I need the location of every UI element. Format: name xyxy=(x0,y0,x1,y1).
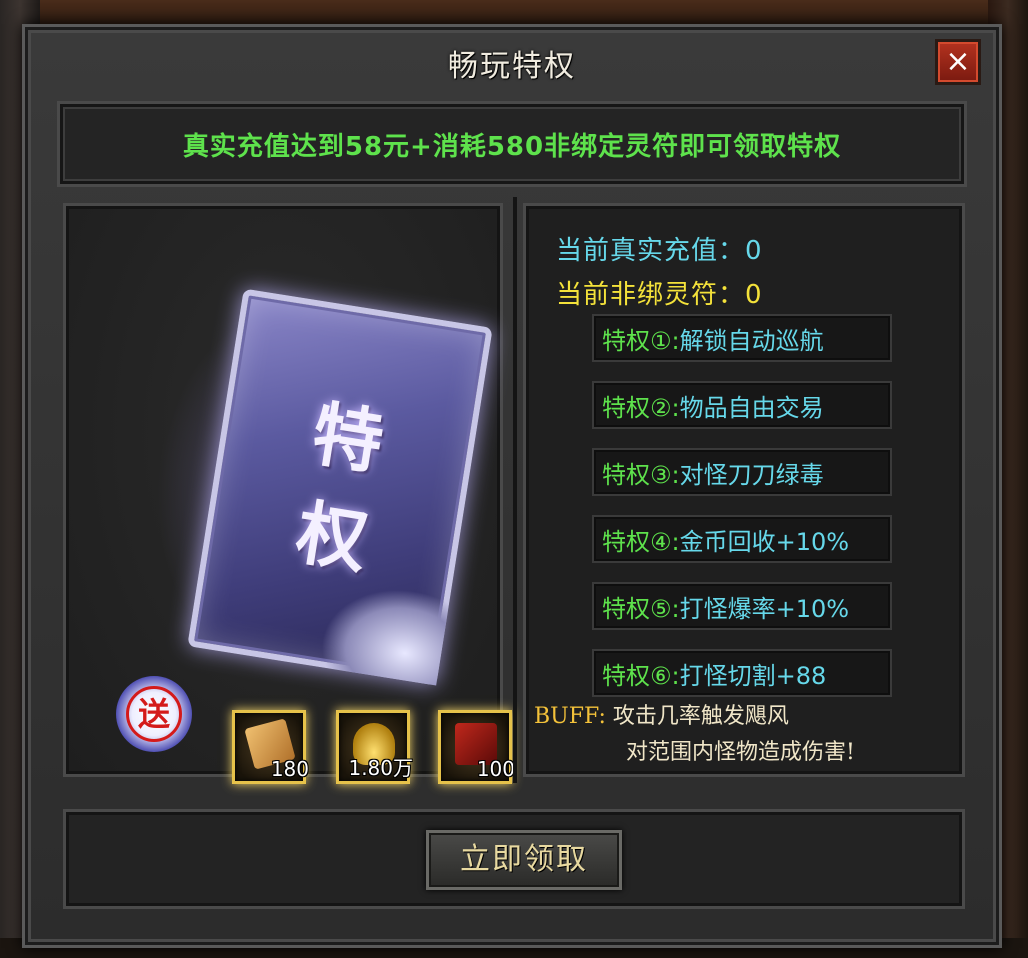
privilege-label: 特权③: xyxy=(602,460,680,489)
item-count: 1.80万 xyxy=(348,756,413,780)
privilege-info-panel: 当前真实充值：0 当前非绑灵符：0 特权①: 解锁自动巡航 特权②: 物品自由交… xyxy=(523,203,965,777)
privilege-item: 特权⑥: 打怪切割+88 xyxy=(592,649,892,697)
privilege-label: 特权②: xyxy=(602,393,680,422)
privilege-list: 特权①: 解锁自动巡航 特权②: 物品自由交易 特权③: 对怪刀刀绿毒 特权④:… xyxy=(592,314,892,716)
buff-line-2: 对范围内怪物造成伤害! xyxy=(626,740,855,765)
privilege-desc: 解锁自动巡航 xyxy=(679,326,824,355)
privilege-desc: 金币回收+10% xyxy=(679,527,850,556)
privilege-label: 特权①: xyxy=(602,326,680,355)
privilege-label: 特权⑤: xyxy=(602,594,680,623)
gift-seal-icon: 送 xyxy=(116,676,192,752)
item-count: 180 xyxy=(270,757,309,781)
current-talisman: 当前非绑灵符：0 xyxy=(556,280,763,310)
privilege-desc: 打怪切割+88 xyxy=(679,661,827,690)
privilege-label: 特权⑥: xyxy=(602,661,680,690)
item-count: 100 xyxy=(476,757,515,781)
privilege-item: 特权④: 金币回收+10% xyxy=(592,515,892,563)
buff-line-1: 攻击几率触发飓风 xyxy=(612,704,789,729)
card-ornament xyxy=(317,577,451,686)
current-recharge: 当前真实充值：0 xyxy=(556,236,763,266)
privilege-item: 特权⑤: 打怪爆率+10% xyxy=(592,582,892,630)
claim-now-button[interactable]: 立即领取 xyxy=(426,830,622,890)
buff-description: BUFF: 攻击几率触发飓风 对范围内怪物造成伤害! xyxy=(534,698,855,765)
requirement-banner: 真实充值达到58元+消耗580非绑定灵符即可领取特权 xyxy=(57,101,967,187)
panel-divider xyxy=(513,197,517,783)
privilege-desc: 对怪刀刀绿毒 xyxy=(679,460,824,489)
close-button[interactable]: × xyxy=(935,39,981,85)
privilege-desc: 打怪爆率+10% xyxy=(679,594,850,623)
privilege-item: 特权③: 对怪刀刀绿毒 xyxy=(592,448,892,496)
privilege-desc: 物品自由交易 xyxy=(679,393,824,422)
reward-item-scroll[interactable]: 180 xyxy=(232,710,309,784)
privilege-dialog: 畅玩特权 × 真实充值达到58元+消耗580非绑定灵符即可领取特权 特 权 送 … xyxy=(22,24,1002,948)
gift-seal-label: 送 xyxy=(126,686,182,742)
footer-bar: 立即领取 xyxy=(63,809,965,909)
privilege-item: 特权②: 物品自由交易 xyxy=(592,381,892,429)
reward-panel: 特 权 送 180 1.80万 100 xyxy=(63,203,515,784)
privilege-item: 特权①: 解锁自动巡航 xyxy=(592,314,892,362)
privilege-label: 特权④: xyxy=(602,527,680,556)
reward-item-book[interactable]: 100 xyxy=(438,710,515,784)
reward-item-gold[interactable]: 1.80万 xyxy=(336,710,413,784)
dialog-title: 畅玩特权 xyxy=(448,49,576,84)
buff-label: BUFF: xyxy=(534,704,606,729)
